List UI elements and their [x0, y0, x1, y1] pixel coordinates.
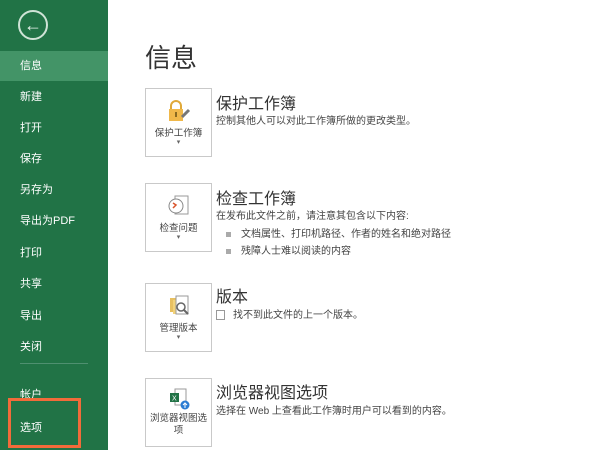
section-desc: 在发布此文件之前，请注意其包含以下内容:	[216, 211, 409, 222]
manage-versions-button[interactable]: 管理版本 ▾	[145, 283, 212, 352]
protect-workbook-button[interactable]: 保护工作簿 ▾	[145, 88, 212, 157]
page-title: 信息	[145, 43, 198, 73]
section-desc: 找不到此文件的上一个版本。	[216, 306, 363, 321]
section-title: 检查工作簿	[216, 191, 297, 208]
inspect-document-icon	[168, 195, 188, 215]
nav-export-pdf[interactable]: 导出为PDF	[0, 206, 108, 236]
nav-close[interactable]: 关闭	[0, 332, 108, 362]
document-icon	[216, 310, 225, 321]
section-title: 浏览器视图选项	[216, 385, 329, 402]
section-desc: 选择在 Web 上查看此工作簿时用户可以看到的内容。	[216, 406, 452, 417]
nav-print[interactable]: 打印	[0, 238, 108, 268]
nav-account[interactable]: 帐户	[0, 380, 108, 400]
check-issues-button[interactable]: 检查问题 ▾	[145, 183, 212, 252]
button-label: 保护工作簿	[154, 128, 203, 139]
section-desc: 控制其他人可以对此工作簿所做的更改类型。	[216, 116, 416, 127]
dropdown-caret-icon: ▾	[176, 139, 181, 146]
section-title: 保护工作簿	[216, 96, 297, 113]
nav-save[interactable]: 保存	[0, 144, 108, 174]
nav-new[interactable]: 新建	[0, 82, 108, 112]
bullet-item: 残障人士难以阅读的内容	[226, 242, 351, 257]
bullet-item: 文档属性、打印机路径、作者的姓名和绝对路径	[226, 225, 451, 240]
options-highlight-box	[8, 398, 81, 448]
nav-open[interactable]: 打开	[0, 113, 108, 143]
svg-text:X: X	[172, 396, 177, 403]
section-title: 版本	[216, 289, 249, 306]
backstage-sidebar: ← 信息 新建 打开 保存 另存为 导出为PDF 打印 共享 导出 关闭 帐户 …	[0, 0, 108, 450]
excel-web-icon: X	[169, 388, 189, 410]
nav-info[interactable]: 信息	[0, 51, 108, 81]
button-label: 管理版本	[159, 323, 198, 334]
back-arrow-icon[interactable]: ←	[18, 10, 48, 40]
versions-desc: 找不到此文件的上一个版本。	[233, 310, 363, 321]
nav-share[interactable]: 共享	[0, 269, 108, 299]
browser-view-options-button[interactable]: X 浏览器视图选项	[145, 378, 212, 447]
dropdown-caret-icon: ▾	[176, 334, 181, 341]
button-label: 浏览器视图选项	[149, 413, 207, 436]
lock-key-icon	[168, 100, 190, 121]
versions-icon	[169, 295, 189, 315]
button-label: 检查问题	[159, 223, 198, 234]
nav-export[interactable]: 导出	[0, 301, 108, 331]
dropdown-caret-icon: ▾	[176, 234, 181, 241]
divider	[20, 363, 88, 364]
nav-save-as[interactable]: 另存为	[0, 175, 108, 205]
